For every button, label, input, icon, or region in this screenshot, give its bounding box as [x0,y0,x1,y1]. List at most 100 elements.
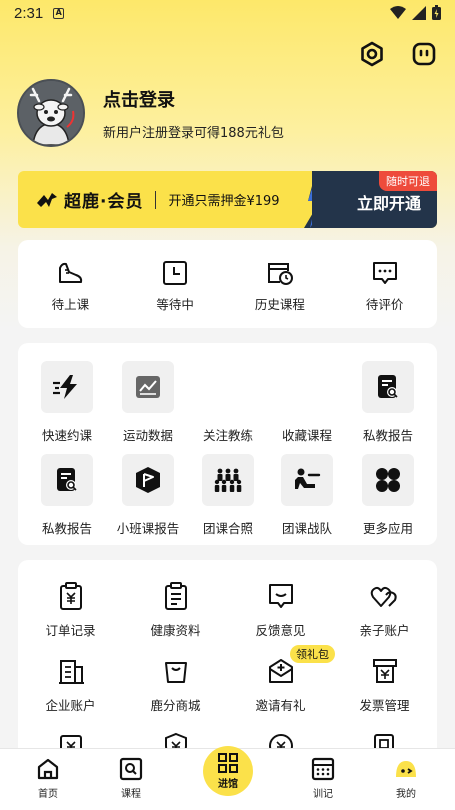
feedback-icon [268,584,293,608]
feedback-label: 反馈意见 [255,623,306,638]
tool-icon-box [41,361,93,413]
points-mall-label: 鹿分商城 [150,698,201,713]
tab-check-in[interactable]: 进馆 [203,746,253,796]
course-history-label: 历史课程 [254,297,305,312]
tool-icon-box [202,361,254,413]
order-records[interactable]: 订单记录 [18,582,123,639]
status-time: 2:31 [14,4,44,22]
points-mall[interactable]: 鹿分商城 [123,657,228,714]
private-report-2-label: 私教报告 [41,521,92,536]
settings-icon[interactable] [358,40,386,68]
course-pending-label: 待上课 [51,297,90,312]
family-account-label: 亲子账户 [359,623,410,638]
course-history[interactable]: 历史课程 [228,240,333,328]
invoice-icon [372,659,397,683]
history-calendar-icon [267,263,293,285]
team-icon [295,468,321,489]
report-icon [57,468,77,491]
course-waiting[interactable]: 等待中 [123,240,228,328]
quick-booking[interactable]: 快速约课 [28,361,106,444]
order-records-label: 订单记录 [45,623,96,638]
mine-icon [396,761,416,777]
tool-icon-box [362,361,414,413]
tool-icon-box [122,361,174,413]
tab-home-label: 首页 [38,789,58,800]
bottom-tabbar: 首页 课程 进馆 训记 我的 [0,746,455,810]
tab-home[interactable]: 首页 [18,757,78,800]
health-profile-label: 健康资料 [150,623,201,638]
status-icons [390,5,441,20]
tab-courses-label: 课程 [121,789,141,800]
clock-icon [163,261,188,285]
banner-divider [155,190,157,209]
private-report[interactable]: 私教报告 [349,361,427,444]
tab-mine-label: 我的 [396,789,416,800]
tool-icon-box [41,454,93,506]
follow-coach-label: 关注教练 [202,428,253,443]
tool-icon-box [122,454,174,506]
login-title[interactable]: 点击登录 [103,86,284,112]
enterprise-account-label: 企业账户 [45,698,96,713]
building-icon [58,660,84,684]
group-team-label: 团课战队 [281,521,332,536]
invite-gift[interactable]: 邀请有礼 领礼包 [228,645,335,714]
signal-icon [412,5,426,20]
login-subtitle: 新用户注册登录可得188元礼包 [103,125,284,141]
small-class-report-label: 小班课报告 [116,521,180,536]
tool-icon-box [362,454,414,506]
more-apps-label: 更多应用 [362,521,413,536]
health-profile[interactable]: 健康资料 [123,582,228,639]
course-to-review[interactable]: 待评价 [332,240,437,328]
quick-booking-label: 快速约课 [41,428,92,443]
tool-icon-box [281,454,333,506]
flag-icon [136,467,160,493]
invite-icon [268,659,293,683]
avatar[interactable] [17,79,85,147]
tab-check-in-label: 进馆 [218,779,238,790]
search-icon [119,757,143,781]
course-status-card: 待上课 等待中 历史课程 待评价 [18,240,437,328]
profile-text[interactable]: 点击登录 新用户注册登录可得188元礼包 [103,86,284,141]
sneaker-icon [59,262,83,283]
course-waiting-label: 等待中 [156,297,194,312]
tab-courses[interactable]: 课程 [101,757,161,800]
follow-coach[interactable]: 关注教练 [189,361,267,444]
member-brand: 超鹿·会员 [64,192,144,212]
report-icon [378,375,398,398]
course-pending[interactable]: 待上课 [18,240,123,328]
saved-courses-label: 收藏课程 [281,428,332,443]
saved-courses[interactable]: 收藏课程 [268,361,346,444]
group-team[interactable]: 团课战队 [268,454,346,537]
profile-section[interactable]: 点击登录 新用户注册登录可得188元礼包 [17,79,284,147]
deer-logo-icon [37,192,57,207]
tools-card: 快速约课 运动数据 关注教练 收藏课程 私教报告 私教报告 小班课报告 团课合照… [18,343,437,545]
banner-left: 超鹿·会员 开通只需押金¥199 [18,171,280,228]
services-card: 订单记录 健康资料 反馈意见 亲子账户 企业账户 鹿分商城 邀请有礼 领礼包 发… [18,560,437,760]
group-photo[interactable]: 团课合照 [189,454,267,537]
invoice-management[interactable]: 发票管理 [332,657,437,714]
tab-mine[interactable]: 我的 [376,757,436,800]
tab-training-log[interactable]: 训记 [293,757,353,800]
tool-icon-box [281,361,333,413]
wifi-icon [390,5,406,19]
private-report-2[interactable]: 私教报告 [28,454,106,537]
qr-icon [218,753,238,773]
battery-icon [432,5,441,20]
feedback[interactable]: 反馈意见 [228,582,333,639]
enterprise-account[interactable]: 企业账户 [18,657,123,714]
deposit-text: 开通只需押金¥199 [168,194,280,209]
group-photo-label: 团课合照 [202,521,253,536]
member-banner[interactable]: 超鹿·会员 开通只需押金¥199 立即开通 随时可退 [18,171,437,228]
invoice-management-label: 发票管理 [359,698,410,713]
bag-icon [164,662,187,683]
family-account[interactable]: 亲子账户 [332,582,437,639]
small-class-report[interactable]: 小班课报告 [109,454,187,537]
open-membership-button[interactable]: 立即开通 [357,190,421,214]
order-icon [59,582,82,610]
tool-icon-box [202,454,254,506]
more-apps[interactable]: 更多应用 [349,454,427,537]
message-icon[interactable] [410,40,438,68]
sport-data[interactable]: 运动数据 [109,361,187,444]
sport-data-label: 运动数据 [122,428,173,443]
comment-icon [372,262,397,284]
